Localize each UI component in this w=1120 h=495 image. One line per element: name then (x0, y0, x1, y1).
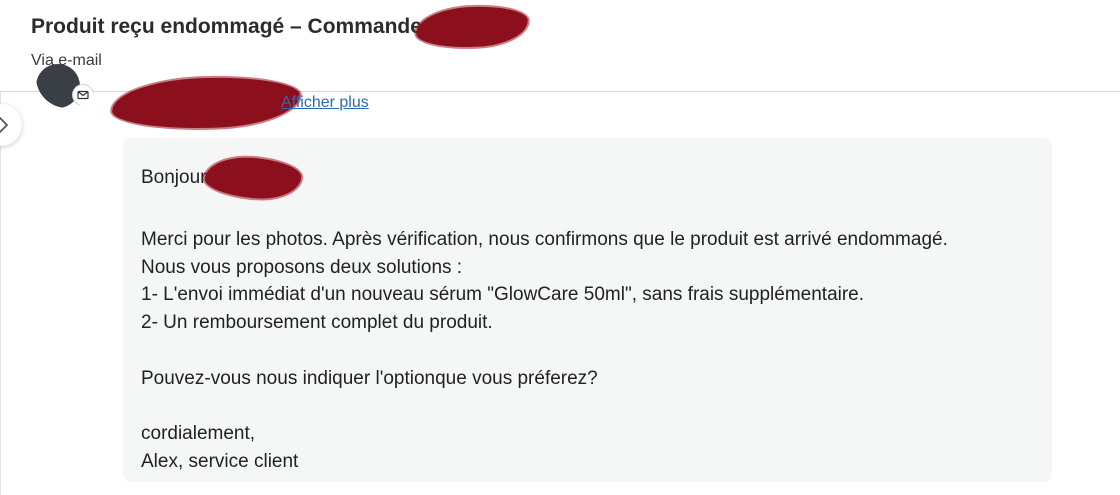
avatar (36, 64, 98, 108)
redacted-customer-name (203, 154, 302, 202)
chevron-right-icon (0, 117, 8, 133)
message-line (141, 337, 1034, 365)
show-more-link[interactable]: Afficher plus (281, 94, 369, 112)
message-line: Pouvez-vous nous indiquer l'optionque vo… (141, 367, 598, 389)
sender-row: Afficher plus (0, 64, 1120, 132)
message-body: Bonjour Merci pour les photos. Après vér… (123, 138, 1052, 482)
message-greeting-line: Bonjour (141, 154, 1034, 202)
message-line: cordialement, (141, 423, 256, 445)
title-row: Produit reçu endommagé – Commande (31, 4, 529, 50)
message-line: 1- L'envoi immédiat d'un nouveau sérum "… (141, 284, 865, 306)
ticket-title: Produit reçu endommagé – Commande (31, 15, 422, 38)
message-line: 2- Un remboursement complet du produit. (141, 312, 493, 334)
message-line: Merci pour les photos. Après vérificatio… (141, 228, 948, 250)
message-line: Alex, service client (141, 451, 299, 473)
channel-badge (72, 84, 94, 106)
message-greeting: Bonjour (141, 167, 207, 189)
email-icon (77, 90, 89, 100)
message-line (141, 393, 1034, 421)
ticket-header: Produit reçu endommagé – Commande Via e-… (0, 0, 1120, 92)
message-line: Nous vous proposons deux solutions : (141, 256, 463, 278)
redacted-order-number (414, 4, 529, 50)
